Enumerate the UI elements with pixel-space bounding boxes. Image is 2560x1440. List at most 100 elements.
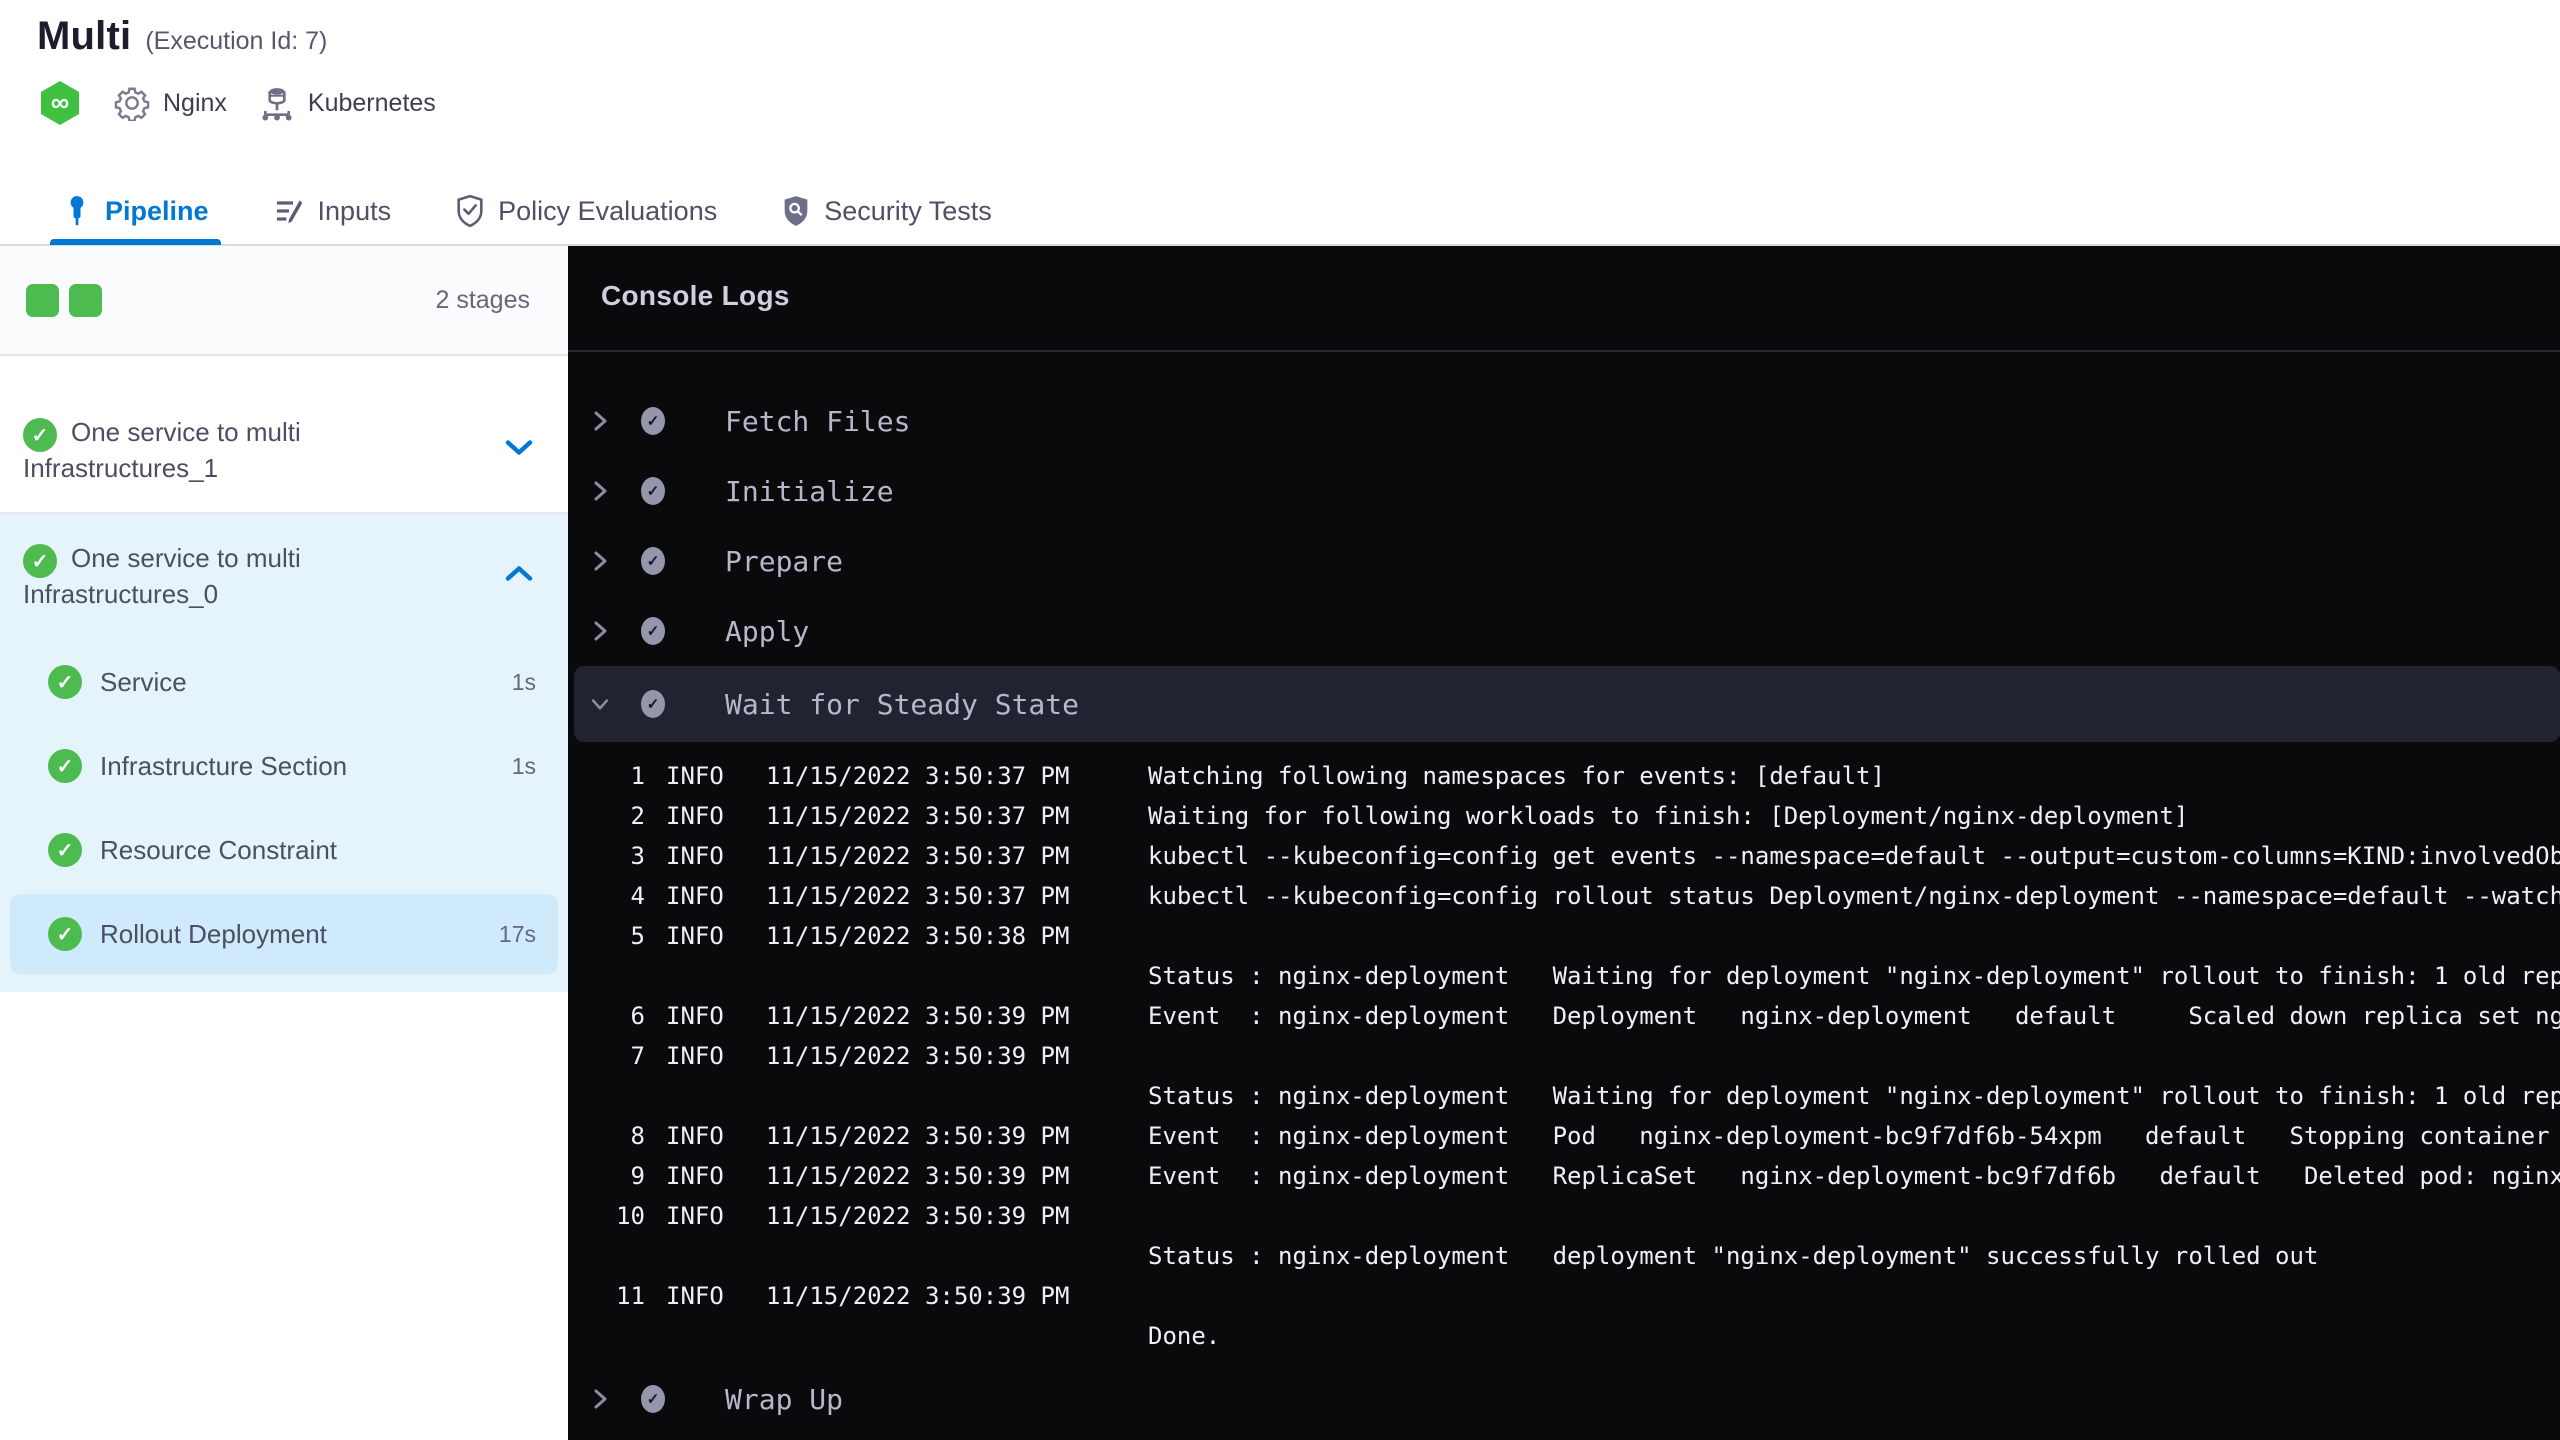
execution-id-label: (Execution Id: 7): [145, 27, 328, 55]
log-level: INFO: [666, 802, 724, 830]
chevron-up-icon[interactable]: [502, 564, 536, 589]
log-row: Status : nginx-deployment Waiting for de…: [583, 1076, 2560, 1116]
log-message: Waiting for following workloads to finis…: [1148, 802, 2189, 830]
step-row[interactable]: ✓ Service 1s: [10, 642, 558, 722]
step-row[interactable]: ✓ Infrastructure Section 1s: [10, 726, 558, 806]
title-row: Multi (Execution Id: 7): [37, 14, 327, 59]
console-body: ✓ Fetch Files ✓ Initialize ✓ Prepare ✓ Apply ✓ Wa…: [568, 352, 2560, 1434]
log-message: Event : nginx-deployment Pod nginx-deplo…: [1148, 1122, 2560, 1150]
console-section-name: Wait for Steady State: [725, 687, 1080, 721]
log-level: INFO: [666, 882, 724, 910]
log-row: 6 INFO 11/15/2022 3:50:39 PM Event : nginx-…: [583, 996, 2560, 1036]
log-row: 5 INFO 11/15/2022 3:50:38 PM: [583, 916, 2560, 956]
log-level: INFO: [666, 1042, 724, 1070]
console-section-row[interactable]: ✓ Wait for Steady State: [574, 666, 2560, 742]
status-success-icon: ✓: [641, 617, 665, 645]
chevron-right-icon[interactable]: [588, 617, 612, 645]
log-row: Status : nginx-deployment deployment "ng…: [583, 1236, 2560, 1276]
harness-cd-icon: ∞: [38, 80, 82, 126]
log-line-number: 3: [630, 842, 645, 870]
log-message: kubectl --kubeconfig=config rollout stat…: [1148, 882, 2560, 910]
log-row: 2 INFO 11/15/2022 3:50:37 PM Waiting for fo…: [583, 796, 2560, 836]
pipeline-icon: [70, 196, 84, 226]
log-line-number: 11: [616, 1282, 645, 1310]
console-section-name: Wrap Up: [725, 1382, 844, 1416]
tab-pipeline-label: Pipeline: [105, 195, 209, 226]
log-message: Event : nginx-deployment ReplicaSet ngin…: [1148, 1162, 2560, 1190]
log-line-number: 4: [630, 882, 645, 910]
console-panel: Console Logs ✓ Fetch Files ✓ Initialize ✓ Pre…: [568, 246, 2560, 1440]
status-success-icon: ✓: [23, 418, 57, 452]
console-header: Console Logs: [568, 246, 2560, 352]
tab-inputs[interactable]: Inputs: [261, 177, 404, 245]
log-timestamp: 11/15/2022 3:50:39 PM: [766, 1282, 1070, 1310]
chevron-down-icon[interactable]: [502, 438, 536, 463]
stage-row-infrastructures-0[interactable]: ✓ One service to multi Infrastructures_0: [0, 514, 568, 638]
log-row: 8 INFO 11/15/2022 3:50:39 PM Event : nginx-…: [583, 1116, 2560, 1156]
log-message: Watching following namespaces for events…: [1148, 762, 1885, 790]
console-section-name: Prepare: [725, 544, 844, 578]
chevron-right-icon[interactable]: [588, 477, 612, 505]
console-section-row[interactable]: ✓ Fetch Files: [568, 386, 2560, 456]
log-level: INFO: [666, 762, 724, 790]
tab-policy-evaluations[interactable]: Policy Evaluations: [443, 177, 729, 245]
shield-check-icon: [457, 194, 483, 228]
tab-pipeline[interactable]: Pipeline: [50, 177, 221, 245]
log-timestamp: 11/15/2022 3:50:37 PM: [766, 802, 1070, 830]
chevron-right-icon[interactable]: [588, 407, 612, 435]
log-line-number: 7: [630, 1042, 645, 1070]
gear-icon: [114, 87, 150, 121]
stage-count-label: 2 stages: [435, 285, 530, 314]
status-success-icon: ✓: [641, 690, 665, 718]
log-row: 7 INFO 11/15/2022 3:50:39 PM: [583, 1036, 2560, 1076]
step-row[interactable]: ✓ Rollout Deployment 17s: [10, 894, 558, 974]
tab-security-tests[interactable]: Security Tests: [769, 177, 1004, 245]
log-message: Status : nginx-deployment deployment "ng…: [1148, 1242, 2319, 1270]
stage-success-square: [26, 283, 59, 317]
service-entity[interactable]: Nginx: [114, 85, 227, 121]
log-level: INFO: [666, 1162, 724, 1190]
log-row: Status : nginx-deployment Waiting for de…: [583, 956, 2560, 996]
stage-success-square: [69, 283, 102, 317]
log-row: 1 INFO 11/15/2022 3:50:37 PM Watching follo…: [583, 756, 2560, 796]
console-section-row[interactable]: ✓ Prepare: [568, 526, 2560, 596]
status-success-icon: ✓: [48, 749, 82, 783]
environment-name: Kubernetes: [307, 88, 436, 117]
console-section-name: Initialize: [725, 474, 894, 508]
environment-entity[interactable]: Kubernetes: [259, 84, 436, 122]
active-tab-underline: [50, 239, 221, 245]
step-name: Resource Constraint: [100, 834, 337, 865]
service-name: Nginx: [163, 88, 227, 117]
stage-row-infrastructures-1[interactable]: ✓ One service to multi Infrastructures_1: [0, 388, 568, 514]
step-duration: 1s: [511, 752, 536, 779]
status-success-icon: ✓: [641, 547, 665, 575]
log-level: INFO: [666, 1282, 724, 1310]
stage-sidebar: 2 stages ✓ One service to multi Infrastru…: [0, 246, 568, 1440]
console-section-row[interactable]: ✓ Initialize: [568, 456, 2560, 526]
log-timestamp: 11/15/2022 3:50:37 PM: [766, 842, 1070, 870]
stage-name: One service to multi Infrastructures_1: [23, 417, 301, 483]
svg-text:∞: ∞: [51, 87, 70, 117]
log-message: Status : nginx-deployment Waiting for de…: [1148, 1082, 2560, 1110]
status-success-icon: ✓: [48, 665, 82, 699]
tab-inputs-label: Inputs: [317, 195, 392, 226]
log-timestamp: 11/15/2022 3:50:39 PM: [766, 1002, 1070, 1030]
chevron-right-icon[interactable]: [588, 1385, 612, 1413]
chevron-down-icon[interactable]: [588, 693, 612, 715]
step-row[interactable]: ✓ Resource Constraint: [10, 810, 558, 890]
tab-security-tests-label: Security Tests: [824, 195, 992, 226]
console-section-row[interactable]: ✓ Apply: [568, 596, 2560, 666]
log-message: Status : nginx-deployment Waiting for de…: [1148, 962, 2560, 990]
log-message: Done.: [1148, 1322, 1221, 1350]
entity-row: ∞ Nginx Kubernetes: [38, 80, 436, 126]
chevron-right-icon[interactable]: [588, 547, 612, 575]
console-section-row[interactable]: ✓ Wrap Up: [568, 1364, 2560, 1434]
log-message: kubectl --kubeconfig=config get events -…: [1148, 842, 2560, 870]
log-line-number: 2: [630, 802, 645, 830]
tab-policy-evaluations-label: Policy Evaluations: [498, 195, 718, 226]
step-name: Service: [100, 666, 187, 697]
log-lines: 1 INFO 11/15/2022 3:50:37 PM Watching follo…: [568, 748, 2560, 1364]
status-success-icon: ✓: [641, 1385, 665, 1413]
log-timestamp: 11/15/2022 3:50:39 PM: [766, 1122, 1070, 1150]
stage-name: One service to multi Infrastructures_0: [23, 543, 301, 609]
